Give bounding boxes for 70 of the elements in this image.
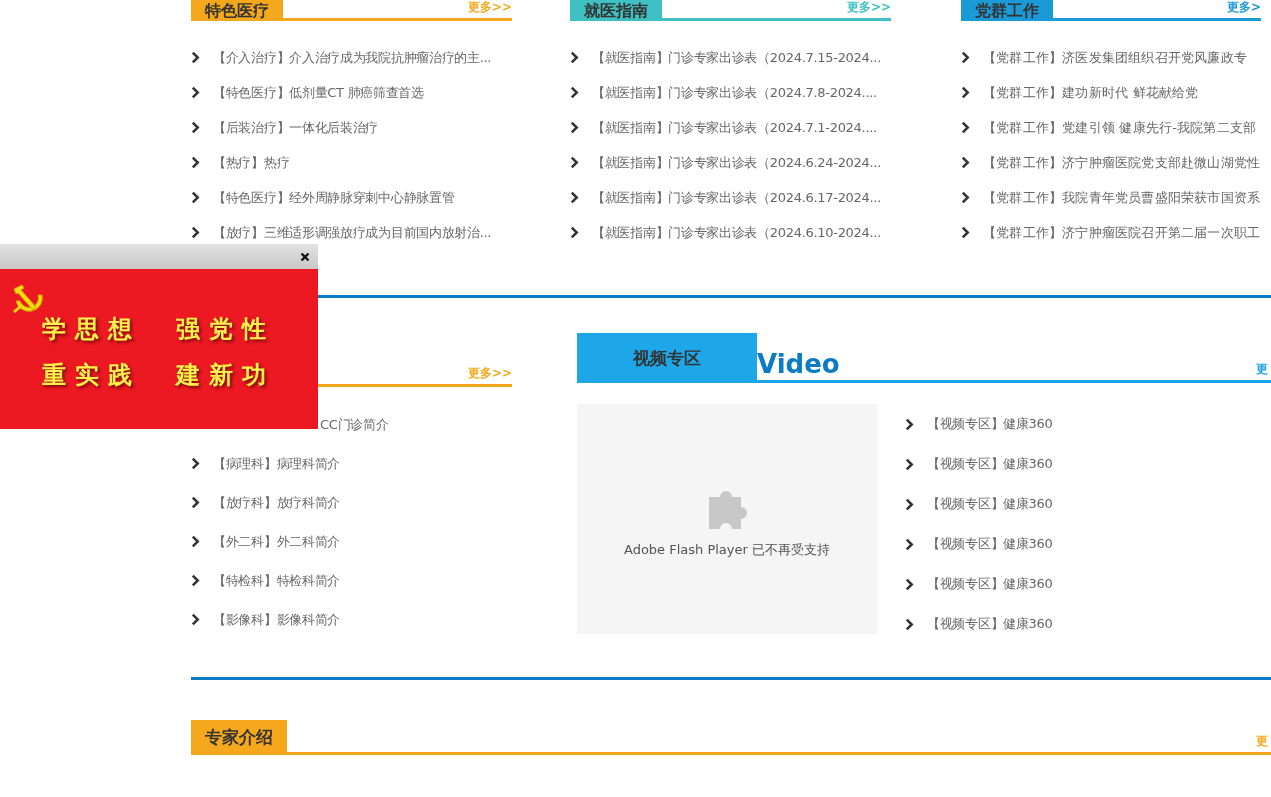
- news-link[interactable]: 【党群工作】建功新时代 鲜花献给党: [983, 83, 1199, 102]
- chevron-icon: [191, 457, 200, 470]
- department-link[interactable]: 【特检科】特检科简介: [213, 571, 340, 590]
- close-icon[interactable]: [300, 251, 310, 262]
- news-link[interactable]: 【就医指南】门诊专家出诊表（2024.7.15-2024...: [592, 48, 882, 67]
- chevron-icon: [191, 496, 200, 509]
- news-link[interactable]: 【就医指南】门诊专家出诊表（2024.7.1-2024....: [592, 118, 877, 137]
- section-tab[interactable]: 视频专区: [577, 333, 757, 383]
- section-tab[interactable]: 党群工作: [961, 0, 1053, 21]
- chevron-icon: [961, 86, 970, 99]
- chevron-icon: [191, 574, 200, 587]
- section-tab[interactable]: 专家介绍: [191, 720, 287, 755]
- news-link[interactable]: 【特色医疗】经外周静脉穿刺中心静脉置管: [213, 188, 455, 207]
- chevron-icon: [191, 191, 200, 204]
- news-link[interactable]: 【党群工作】济医发集团组织召开党风廉政专: [983, 48, 1247, 67]
- chevron-icon: [905, 617, 914, 631]
- slogan-text: 学思想 强党性: [42, 314, 276, 345]
- chevron-icon: [570, 156, 579, 169]
- news-link[interactable]: 【就医指南】门诊专家出诊表（2024.6.24-2024...: [592, 153, 882, 172]
- news-link[interactable]: 【热疗】热疗: [213, 153, 290, 172]
- news-link[interactable]: 【就医指南】门诊专家出诊表（2024.6.17-2024...: [592, 188, 882, 207]
- chevron-icon: [961, 191, 970, 204]
- chevron-icon: [570, 86, 579, 99]
- news-link[interactable]: 【党群工作】济宁肿瘤医院党支部赴微山湖党性: [983, 153, 1261, 172]
- video-link[interactable]: 【视频专区】健康360: [927, 615, 1053, 633]
- chevron-icon: [570, 226, 579, 239]
- news-link[interactable]: 【特色医疗】低剂量CT 肺癌筛查首选: [213, 83, 424, 102]
- section-tab[interactable]: 特色医疗: [191, 0, 283, 21]
- chevron-icon: [961, 51, 970, 64]
- news-link[interactable]: 【党群工作】党建引领 健康先行-我院第二支部: [983, 118, 1257, 137]
- section-subtitle: Video: [757, 351, 840, 377]
- video-link[interactable]: 【视频专区】健康360: [927, 535, 1053, 553]
- video-link[interactable]: 【视频专区】健康360: [927, 415, 1053, 433]
- section-tab[interactable]: 就医指南: [570, 0, 662, 21]
- chevron-icon: [570, 191, 579, 204]
- video-link[interactable]: 【视频专区】健康360: [927, 455, 1053, 473]
- news-link[interactable]: 【党群工作】我院青年党员曹盛阳荣获市国资系: [983, 188, 1261, 207]
- video-link[interactable]: 【视频专区】健康360: [927, 495, 1053, 513]
- chevron-icon: [191, 86, 200, 99]
- chevron-icon: [191, 121, 200, 134]
- department-link[interactable]: 【外二科】外二科简介: [213, 532, 340, 551]
- news-link[interactable]: 【后装治疗】一体化后装治疗: [213, 118, 379, 137]
- department-link[interactable]: CC门诊简介: [320, 415, 389, 434]
- chevron-icon: [191, 613, 200, 626]
- chevron-icon: [570, 121, 579, 134]
- chevron-icon: [961, 226, 970, 239]
- department-link[interactable]: 【放疗科】放疗科简介: [213, 493, 340, 512]
- chevron-icon: [191, 535, 200, 548]
- plugin-message: Adobe Flash Player 已不再受支持: [623, 541, 830, 559]
- chevron-icon: [905, 457, 914, 471]
- chevron-icon: [961, 121, 970, 134]
- department-link[interactable]: 【病理科】病理科简介: [213, 454, 340, 473]
- chevron-icon: [905, 497, 914, 511]
- department-link[interactable]: 【影像科】影像科简介: [213, 610, 340, 629]
- chevron-icon: [191, 51, 200, 64]
- news-link[interactable]: 【党群工作】济宁肿瘤医院召开第二届一次职工: [983, 223, 1261, 242]
- chevron-icon: [905, 577, 914, 591]
- chevron-icon: [905, 417, 914, 431]
- news-link[interactable]: 【介入治疗】介入治疗成为我院抗肿瘤治疗的主...: [213, 48, 492, 67]
- video-link[interactable]: 【视频专区】健康360: [927, 575, 1053, 593]
- more-link[interactable]: 更多>: [1226, 0, 1261, 16]
- news-link[interactable]: 【放疗】三维适形调强放疗成为目前国内放射治...: [213, 223, 492, 242]
- chevron-icon: [961, 156, 970, 169]
- chevron-icon: [191, 156, 200, 169]
- news-link[interactable]: 【就医指南】门诊专家出诊表（2024.6.10-2024...: [592, 223, 882, 242]
- chevron-icon: [570, 51, 579, 64]
- slogan-text: 重实践 建新功: [42, 360, 276, 391]
- chevron-icon: [905, 537, 914, 551]
- news-link[interactable]: 【就医指南】门诊专家出诊表（2024.7.8-2024....: [592, 83, 877, 102]
- chevron-icon: [191, 226, 200, 239]
